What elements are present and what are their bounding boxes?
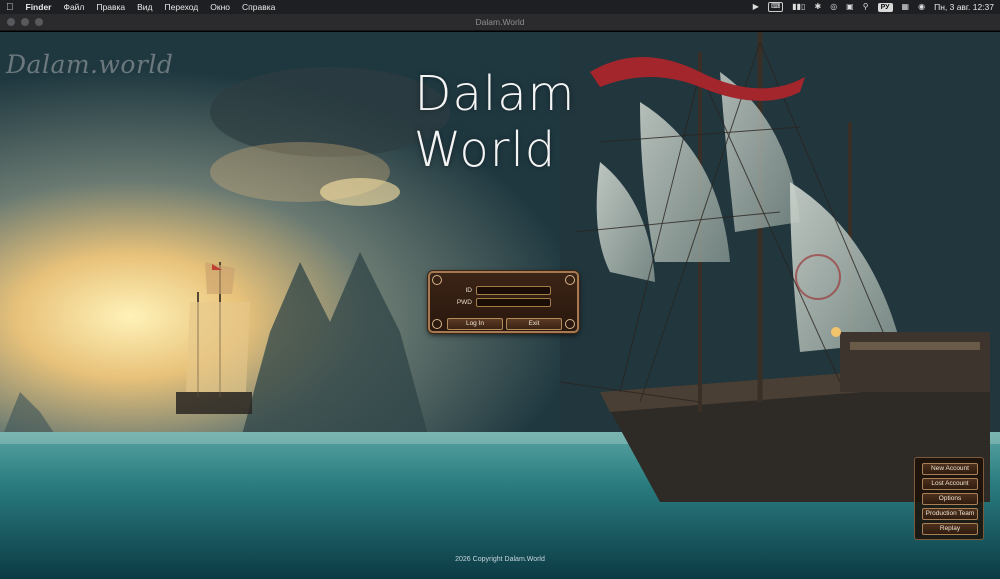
ornament-corner: [565, 275, 575, 285]
menu-clock[interactable]: Пн, 3 авг. 12:37: [934, 2, 994, 12]
production-team-button[interactable]: Production Team: [922, 508, 978, 520]
ornament-corner: [432, 275, 442, 285]
replay-button[interactable]: Replay: [922, 523, 978, 535]
menu-item-file[interactable]: Файл: [63, 2, 84, 12]
logo-line-2: World: [413, 122, 557, 178]
apple-icon[interactable]: : [6, 2, 14, 13]
window-title-bar: Dalam.World: [0, 14, 1000, 31]
login-panel: ID PWD Log In Exit: [428, 271, 579, 333]
menu-item-edit[interactable]: Правка: [96, 2, 125, 12]
screen-mirroring-icon[interactable]: ▣: [846, 2, 854, 12]
menu-item-window[interactable]: Окно: [210, 2, 230, 12]
control-center-icon[interactable]: ▦: [902, 2, 910, 12]
pwd-label: PWD: [456, 299, 472, 306]
menu-app-name[interactable]: Finder: [26, 2, 52, 12]
copyright-text: 2026 Copyright Dalam.World: [455, 556, 545, 563]
id-input[interactable]: [476, 286, 551, 295]
minimize-button[interactable]: [21, 18, 29, 26]
play-icon[interactable]: ▶︎: [753, 2, 759, 12]
menu-bar-status: ▶︎ ⌨ ▮▮▯ ✱ ◎ ▣ ⚲ РУ ▦ ◉ Пн, 3 авг. 12:37: [753, 2, 994, 12]
window-title: Dalam.World: [475, 17, 525, 27]
exit-button[interactable]: Exit: [506, 318, 562, 330]
window-controls: [7, 18, 43, 26]
watermark-text: Dalam.world: [6, 50, 174, 79]
search-icon[interactable]: ⚲: [863, 2, 869, 12]
side-menu: New Account Lost Account Options Product…: [914, 457, 984, 540]
menu-item-help[interactable]: Справка: [242, 2, 275, 12]
menu-item-go[interactable]: Переход: [165, 2, 199, 12]
id-label: ID: [465, 287, 473, 294]
ornament-corner: [432, 319, 442, 329]
lost-account-button[interactable]: Lost Account: [922, 478, 978, 490]
menu-bar-left:  Finder Файл Правка Вид Переход Окно Сп…: [6, 2, 275, 13]
new-account-button[interactable]: New Account: [922, 463, 978, 475]
menu-bar:  Finder Файл Правка Вид Переход Окно Сп…: [0, 0, 1000, 14]
game-scene: Dalam.world Dalam World ID PWD Log In Ex…: [0, 32, 1000, 579]
options-button[interactable]: Options: [922, 493, 978, 505]
login-button[interactable]: Log In: [447, 318, 503, 330]
close-button[interactable]: [7, 18, 15, 26]
game-logo: Dalam World: [410, 66, 590, 178]
id-row: ID: [430, 285, 577, 296]
pwd-row: PWD: [430, 297, 577, 308]
battery-icon[interactable]: ▮▮▯: [792, 2, 805, 12]
keyboard-badge-icon[interactable]: ⌨: [767, 2, 784, 12]
logo-line-1: Dalam: [414, 66, 576, 122]
pwd-input[interactable]: [476, 298, 551, 307]
airdrop-icon[interactable]: ◎: [830, 2, 837, 12]
input-language-indicator[interactable]: РУ: [877, 2, 893, 12]
zoom-button[interactable]: [35, 18, 43, 26]
menu-item-view[interactable]: Вид: [137, 2, 152, 12]
ornament-corner: [565, 319, 575, 329]
siri-icon[interactable]: ◉: [918, 2, 925, 12]
bluetooth-icon[interactable]: ✱: [814, 2, 821, 12]
